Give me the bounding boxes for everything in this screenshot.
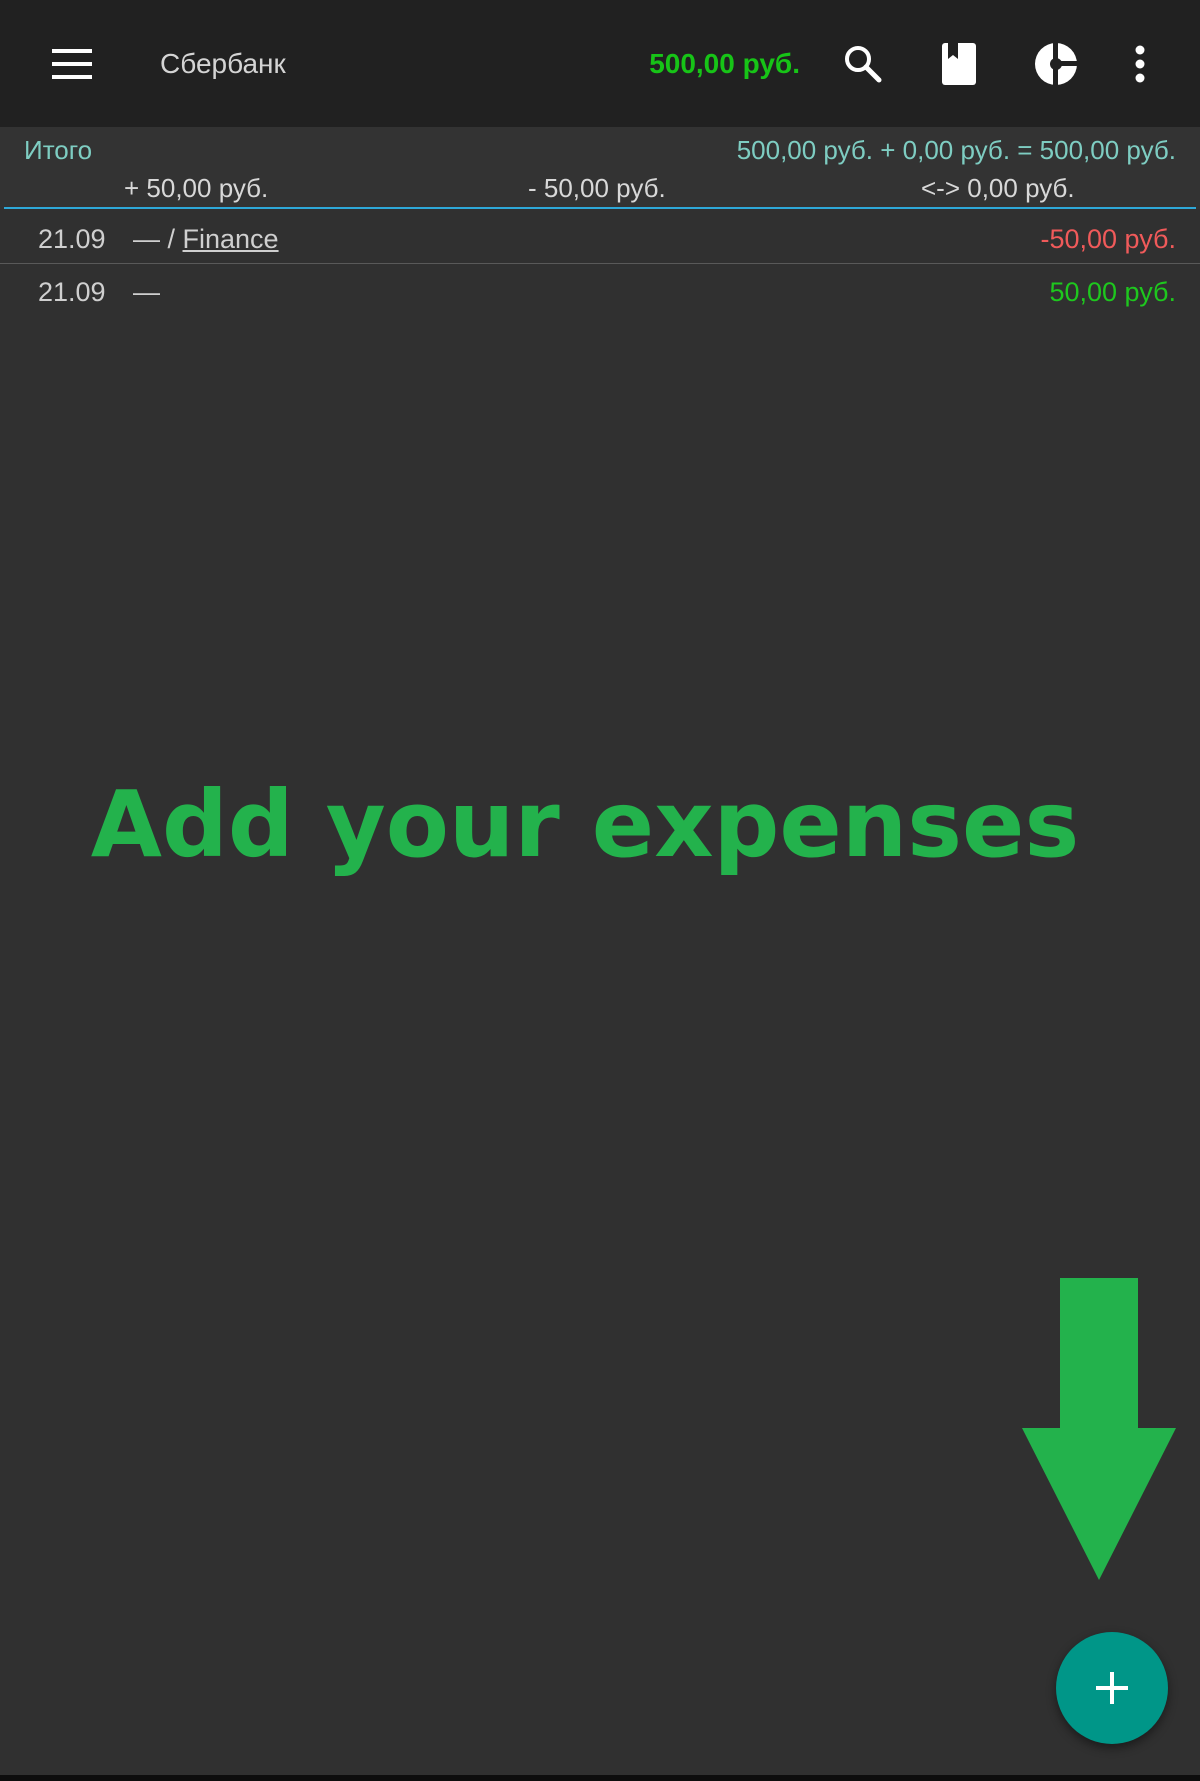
plus-icon: [1096, 1672, 1128, 1704]
transaction-category-link[interactable]: Finance: [183, 224, 279, 254]
totals-income: + 50,00 руб.: [124, 173, 269, 203]
transaction-description: —: [133, 274, 160, 310]
down-arrow-icon: [1022, 1278, 1176, 1580]
more-vert-icon: [1135, 45, 1145, 83]
transaction-row[interactable]: 21.09 — / Finance -50,00 руб.: [0, 213, 1200, 265]
account-title[interactable]: Сбербанк: [160, 44, 286, 84]
hamburger-menu-icon: [52, 49, 92, 79]
transaction-date: 21.09: [38, 277, 106, 307]
pie-chart-icon: [1035, 42, 1078, 86]
overflow-menu-button[interactable]: [1104, 28, 1176, 100]
transaction-amount: -50,00 руб.: [1040, 224, 1176, 254]
totals-divider: [4, 207, 1196, 209]
hint-caption: Add your expenses: [90, 771, 1080, 878]
search-button[interactable]: [827, 28, 899, 100]
totals-expense: - 50,00 руб.: [528, 173, 666, 203]
totals-label: Итого: [24, 135, 93, 165]
transaction-payee: — /: [133, 224, 183, 254]
totals-sum: 500,00 руб. + 0,00 руб. = 500,00 руб.: [736, 135, 1176, 165]
system-bar-edge: [0, 1775, 1200, 1781]
totals-header[interactable]: Итого 500,00 руб. + 0,00 руб. = 500,00 р…: [0, 127, 1200, 209]
transaction-payee: —: [133, 277, 160, 307]
bookmark-button[interactable]: [923, 28, 995, 100]
transactions-screen: Сбербанк 500,00 руб. Итого 500,00 руб. +…: [0, 0, 1200, 1781]
transaction-date: 21.09: [38, 224, 106, 254]
add-transaction-button[interactable]: [1056, 1632, 1168, 1744]
row-divider: [0, 263, 1200, 264]
transaction-row[interactable]: 21.09 — 50,00 руб.: [0, 266, 1200, 318]
search-icon: [845, 46, 882, 83]
account-balance: 500,00 руб.: [649, 48, 800, 79]
menu-button[interactable]: [36, 28, 108, 100]
bookmark-book-icon: [942, 43, 976, 85]
transaction-amount: 50,00 руб.: [1049, 277, 1176, 307]
transaction-description: — / Finance: [133, 221, 279, 257]
totals-transfer: <-> 0,00 руб.: [921, 173, 1075, 203]
chart-button[interactable]: [1020, 28, 1092, 100]
toolbar: Сбербанк 500,00 руб.: [0, 0, 1200, 127]
